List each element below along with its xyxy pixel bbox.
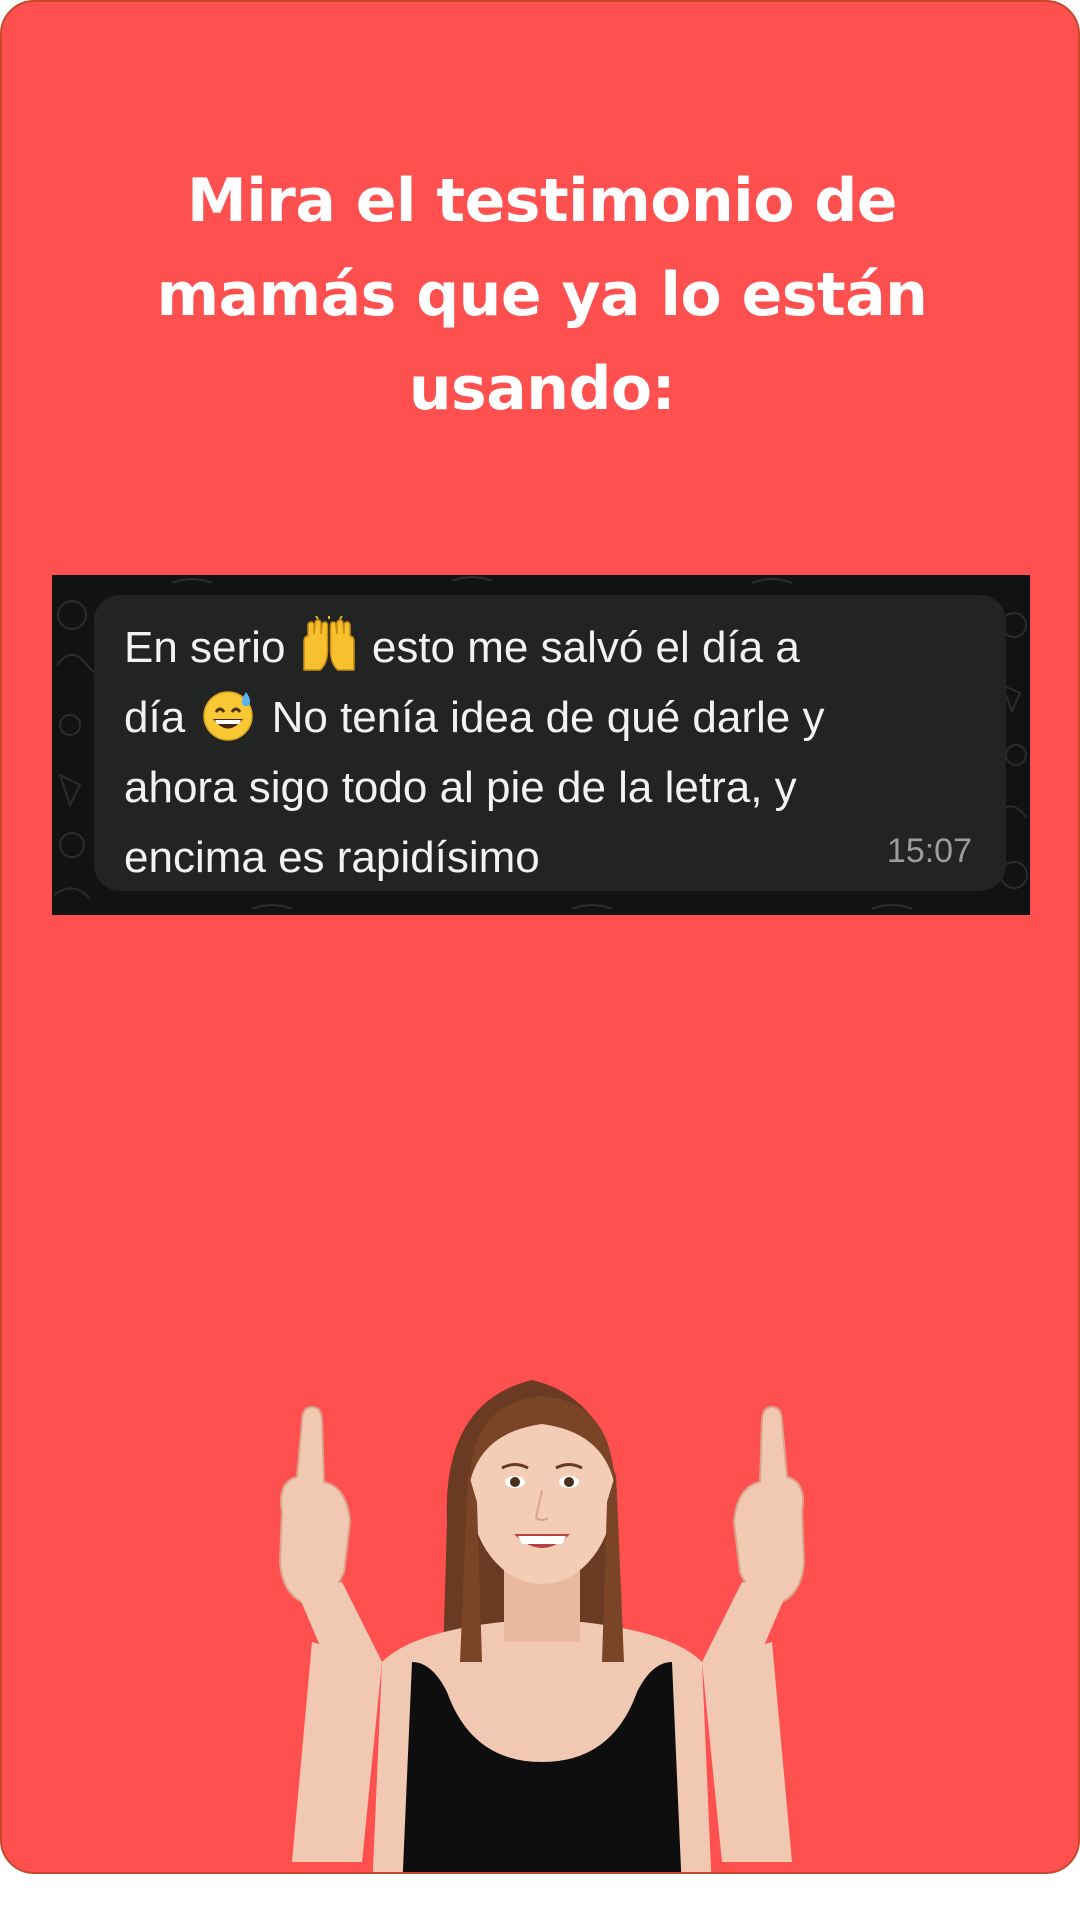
headline-line-1: Mira el testimonio de <box>187 166 898 236</box>
message-line-4: encima es rapidísimo <box>124 833 540 882</box>
message-bubble: En serio esto me salvó el día a día No t… <box>94 595 1006 891</box>
message-segment: esto me salvó el día a <box>359 623 800 672</box>
headline-line-2: mamás que ya lo están <box>156 260 928 330</box>
headline-line-3: usando: <box>408 354 676 424</box>
message-segment: día <box>124 693 198 742</box>
grinning-sweat-emoji-icon <box>203 691 254 741</box>
raising-hands-emoji-icon <box>302 616 355 671</box>
message-segment: No tenía idea de qué darle y <box>259 693 825 742</box>
message-segment: En serio <box>124 623 298 672</box>
message-line-1: En serio esto me salvó el día a <box>124 613 984 683</box>
page-title: Mira el testimonio de mamás que ya lo es… <box>112 154 972 436</box>
message-line-3: ahora sigo todo al pie de la letra, y <box>124 763 797 812</box>
message-timestamp: 15:07 <box>886 832 972 870</box>
message-text: En serio esto me salvó el día a día No t… <box>124 613 984 893</box>
smiling-woman-pointing-up-image <box>278 1380 806 1872</box>
message-line-2: día No tenía idea de qué darle y <box>124 683 984 753</box>
promo-card: Mira el testimonio de mamás que ya lo es… <box>0 0 1080 1874</box>
chat-screenshot: En serio esto me salvó el día a día No t… <box>52 575 1030 915</box>
